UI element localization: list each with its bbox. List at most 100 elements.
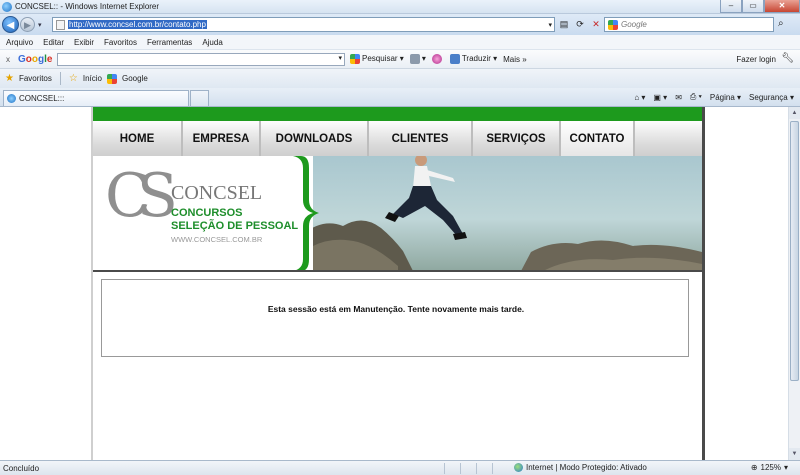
refresh-icon[interactable]: ⟳ <box>573 17 587 31</box>
address-url[interactable]: http://www.concsel.com.br/contato.php <box>68 20 207 29</box>
menu-exibir[interactable]: Exibir <box>74 38 94 47</box>
print-icon[interactable]: ⎙ ▾ <box>690 92 702 102</box>
google-search-icon <box>350 54 360 64</box>
history-dropdown-icon[interactable]: ▾ <box>38 21 42 29</box>
jumping-man-illustration <box>303 156 702 271</box>
logo-url: WWW.CONCSEL.COM.BR <box>171 235 263 244</box>
address-row: ◀ ▶ ▾ http://www.concsel.com.br/contato.… <box>0 14 800 35</box>
logo-panel: CS CONCSEL CONCURSOS SELEÇÃO DE PESSOAL … <box>93 156 313 271</box>
zone-text: Internet | Modo Protegido: Ativado <box>526 463 647 472</box>
menu-bar: Arquivo Editar Exibir Favoritos Ferramen… <box>0 35 800 50</box>
logo-name: CONCSEL <box>171 182 263 204</box>
divider <box>59 72 61 85</box>
scroll-up-icon[interactable]: ▲ <box>789 107 800 119</box>
nav-downloads[interactable]: DOWNLOADS <box>261 121 369 156</box>
search-icon[interactable]: ⌕ <box>778 18 784 29</box>
close-window-button[interactable]: ✕ <box>764 0 800 13</box>
tab-title: CONCSEL::: <box>19 94 65 103</box>
google-search-dropdown-icon[interactable]: ▾ <box>338 54 342 62</box>
address-dropdown-icon[interactable]: ▾ <box>548 21 552 29</box>
nav-servicos[interactable]: SERVIÇOS <box>473 121 561 156</box>
banner-photo <box>303 156 702 271</box>
nav-empresa[interactable]: EMPRESA <box>183 121 261 156</box>
login-link[interactable]: Fazer login <box>736 55 776 64</box>
menu-editar[interactable]: Editar <box>43 38 64 47</box>
google-toolbar: x Google ▾ Pesquisar ▾ ▾ Traduzir ▾ Mais… <box>0 50 800 69</box>
search-input[interactable]: Google <box>604 17 774 32</box>
zoom-level: 125% <box>760 463 781 472</box>
toolbar-close-button[interactable]: x <box>6 55 10 64</box>
menu-arquivo[interactable]: Arquivo <box>6 38 33 47</box>
menu-favoritos[interactable]: Favoritos <box>104 38 137 47</box>
zoom-dropdown-icon[interactable]: ▾ <box>784 463 788 472</box>
feeds-icon[interactable]: ▣ ▾ <box>653 93 667 102</box>
address-bar[interactable]: http://www.concsel.com.br/contato.php ▾ <box>52 17 555 32</box>
toolbar-options-button[interactable]: ▾ <box>409 54 426 64</box>
back-button[interactable]: ◀ <box>2 16 19 33</box>
security-zone[interactable]: Internet | Modo Protegido: Ativado <box>514 463 647 472</box>
zoom-icon: ⊕ <box>750 463 758 472</box>
favorite-google[interactable]: Google <box>122 74 148 83</box>
stop-icon[interactable]: ✕ <box>589 17 603 31</box>
new-tab-button[interactable] <box>190 90 209 106</box>
add-favorite-icon[interactable]: ☆ <box>69 73 78 84</box>
status-text: Concluído <box>3 463 40 473</box>
site-container: HOME EMPRESA DOWNLOADS CLIENTES SERVIÇOS… <box>91 107 705 460</box>
favorites-button[interactable]: Favoritos <box>19 74 52 83</box>
google-search-input[interactable]: ▾ <box>57 53 345 66</box>
mais-button[interactable]: Mais » <box>503 55 527 64</box>
nav-home[interactable]: HOME <box>93 121 183 156</box>
scroll-down-icon[interactable]: ▼ <box>789 448 800 460</box>
page-viewport: HOME EMPRESA DOWNLOADS CLIENTES SERVIÇOS… <box>0 107 800 460</box>
scroll-thumb[interactable] <box>790 121 799 381</box>
logo-subtitle-1: CONCURSOS <box>171 207 243 219</box>
logo-subtitle-2: SELEÇÃO DE PESSOAL <box>171 220 299 232</box>
nav-contato[interactable]: CONTATO <box>561 121 635 156</box>
minimize-button[interactable]: – <box>720 0 742 13</box>
mail-icon[interactable]: ✉ <box>675 93 682 102</box>
tab-row: CONCSEL::: ⌂ ▾ ▣ ▾ ✉ ⎙ ▾ Página ▾ Segura… <box>0 88 800 107</box>
banner-divider <box>93 270 702 272</box>
pagina-menu[interactable]: Página ▾ <box>710 93 741 102</box>
google-logo: Google <box>18 53 53 65</box>
status-bar: Concluído Internet | Modo Protegido: Ati… <box>0 460 800 475</box>
command-bar: ⌂ ▾ ▣ ▾ ✉ ⎙ ▾ Página ▾ Segurança ▾ <box>634 92 794 102</box>
window-title: CONCSEL:: - Windows Internet Explorer <box>15 2 160 11</box>
popup-blocker-icon[interactable] <box>431 54 444 64</box>
toolbar-menu-icon <box>409 54 420 64</box>
translate-icon <box>449 54 460 64</box>
zoom-control[interactable]: ⊕ 125% ▾ <box>751 463 788 472</box>
forward-button[interactable]: ▶ <box>20 17 35 32</box>
nav-clientes[interactable]: CLIENTES <box>369 121 473 156</box>
favorites-star-icon[interactable]: ★ <box>5 73 14 84</box>
compatibility-view-icon[interactable]: ▤ <box>557 17 571 31</box>
vertical-scrollbar[interactable]: ▲ ▼ <box>788 107 800 460</box>
google-favicon-icon <box>106 73 117 84</box>
wrench-icon[interactable]: 🔧︎ <box>781 53 794 64</box>
logo-letters: CS <box>105 161 178 231</box>
header-banner: CS CONCSEL CONCURSOS SELEÇÃO DE PESSOAL … <box>93 156 702 271</box>
maximize-button[interactable]: ▭ <box>742 0 764 13</box>
address-tools: ▤ ⟳ ✕ <box>557 17 603 31</box>
pesquisar-button[interactable]: Pesquisar ▾ <box>350 54 404 64</box>
favorite-inicio[interactable]: Início <box>83 74 102 83</box>
google-provider-icon <box>608 19 618 30</box>
page-icon <box>56 19 65 30</box>
window-title-bar: CONCSEL:: - Windows Internet Explorer – … <box>0 0 800 14</box>
seguranca-menu[interactable]: Segurança ▾ <box>749 93 794 102</box>
tab-concsel[interactable]: CONCSEL::: <box>3 90 189 106</box>
message-box: Esta sessão está em Manutenção. Tente no… <box>101 279 689 357</box>
status-cells <box>440 463 504 474</box>
window-controls: – ▭ ✕ <box>720 0 800 13</box>
green-brace-decoration <box>293 156 319 271</box>
google-toolbar-buttons: Pesquisar ▾ ▾ Traduzir ▾ Mais » <box>350 54 527 64</box>
menu-ferramentas[interactable]: Ferramentas <box>147 38 192 47</box>
internet-zone-icon <box>514 463 523 472</box>
maintenance-message: Esta sessão está em Manutenção. Tente no… <box>267 304 525 314</box>
traduzir-button[interactable]: Traduzir ▾ <box>449 54 497 64</box>
favorites-bar: ★ Favoritos ☆ Início Google <box>0 69 800 88</box>
menu-ajuda[interactable]: Ajuda <box>202 38 222 47</box>
tab-page-icon <box>7 94 16 103</box>
home-icon[interactable]: ⌂ ▾ <box>634 93 645 102</box>
top-green-strip <box>93 107 702 121</box>
